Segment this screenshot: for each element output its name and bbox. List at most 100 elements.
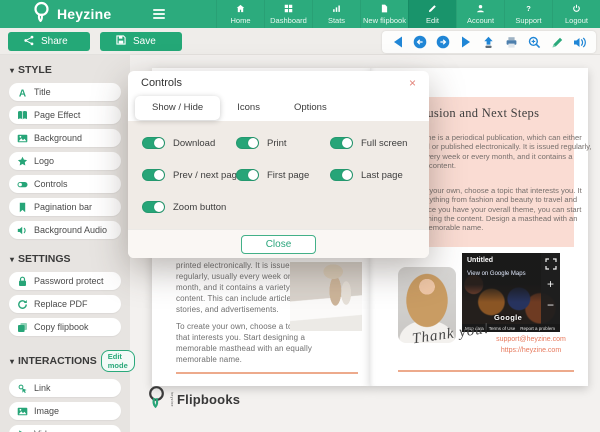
map-fullscreen-icon[interactable] xyxy=(545,257,557,269)
main-nav: Home Dashboard Stats New flipbook Edit A… xyxy=(216,0,600,28)
toggle-switch[interactable] xyxy=(236,137,259,149)
brand[interactable]: Heyzine xyxy=(32,1,111,27)
website-link[interactable]: https://heyzine.com xyxy=(488,345,574,356)
caret-down-icon: ▾ xyxy=(10,255,14,264)
interior-photo xyxy=(290,262,362,331)
tab-icons[interactable]: Icons xyxy=(220,96,277,120)
toggle-full-screen: Full screen xyxy=(330,137,407,149)
close-button[interactable]: Close xyxy=(241,235,317,254)
sidebar-item-replace-pdf[interactable]: Replace PDF xyxy=(9,295,121,313)
menu-icon[interactable] xyxy=(153,9,165,19)
map-report-link[interactable]: Report a problem xyxy=(520,326,555,331)
caret-down-icon: ▾ xyxy=(10,357,14,366)
zoom-in-icon[interactable] xyxy=(528,35,542,49)
section-interactions[interactable]: ▾ INTERACTIONS Edit mode xyxy=(10,350,120,372)
dashboard-icon xyxy=(284,4,293,15)
nav-dashboard[interactable]: Dashboard xyxy=(264,0,312,28)
edit-pencil-icon xyxy=(428,4,437,15)
first-page-icon[interactable] xyxy=(390,35,404,49)
google-map-embed[interactable]: Untitled View on Google Maps + − Google … xyxy=(462,253,560,332)
modal-header: Controls × xyxy=(128,71,429,95)
map-zoom-out-button[interactable]: − xyxy=(547,299,554,311)
divider-line xyxy=(398,370,574,372)
toggle-switch[interactable] xyxy=(330,137,353,149)
save-button[interactable]: Save xyxy=(100,32,182,51)
map-controls: + − xyxy=(541,253,560,324)
sidebar: ▾ STYLE A Title Page Effect Background L… xyxy=(0,55,130,432)
svg-text:?: ? xyxy=(526,4,531,13)
section-style[interactable]: ▾ STYLE xyxy=(10,64,120,76)
sidebar-item-image[interactable]: Image xyxy=(9,402,121,420)
top-navbar: Heyzine Home Dashboard Stats New flipboo… xyxy=(0,0,600,28)
toggle-switch[interactable] xyxy=(330,169,353,181)
modal-close-icon[interactable]: × xyxy=(409,77,416,89)
tab-show-hide[interactable]: Show / Hide xyxy=(135,96,220,120)
toggle-switch[interactable] xyxy=(142,201,165,213)
book-icon xyxy=(17,110,28,121)
caret-down-icon: ▾ xyxy=(10,66,14,75)
map-terms-link[interactable]: Terms of Use xyxy=(489,326,516,331)
flipbooks-wordmark: Flipbooks xyxy=(177,392,240,407)
nav-edit[interactable]: Edit xyxy=(408,0,456,28)
sidebar-item-background[interactable]: Background xyxy=(9,129,121,147)
bookmark-icon xyxy=(17,202,28,213)
nav-logout[interactable]: Logout xyxy=(552,0,600,28)
sidebar-item-copy-flipbook[interactable]: Copy flipbook xyxy=(9,318,121,336)
print-icon[interactable] xyxy=(505,35,519,49)
nav-home[interactable]: Home xyxy=(216,0,264,28)
refresh-icon xyxy=(17,299,28,310)
heyzine-glyph-icon xyxy=(147,385,167,414)
sidebar-item-video[interactable]: Video xyxy=(9,425,121,432)
modal-tabs: Show / Hide Icons Options xyxy=(128,95,429,121)
divider-line xyxy=(176,372,358,374)
toggle-switch[interactable] xyxy=(142,137,165,149)
nav-new-flipbook[interactable]: New flipbook xyxy=(360,0,408,28)
last-page-icon[interactable] xyxy=(459,35,473,49)
toggle-switch[interactable] xyxy=(236,169,259,181)
toggle-zoom-button: Zoom button xyxy=(142,201,226,213)
action-bar: Share Save xyxy=(0,28,600,55)
viewer-toolbar xyxy=(382,31,596,53)
toggle-first-page: First page xyxy=(236,169,309,181)
audio-icon[interactable] xyxy=(573,35,587,49)
contact-links: support@heyzine.com https://heyzine.com xyxy=(488,334,574,356)
account-icon xyxy=(476,4,485,15)
sidebar-item-background-audio[interactable]: Background Audio xyxy=(9,221,121,239)
next-page-icon[interactable] xyxy=(436,35,450,49)
heyzine-vertical-label: heyzine xyxy=(170,392,174,407)
toggle-prev-next-page: Prev / next page xyxy=(142,169,242,181)
title-a-icon: A xyxy=(17,87,28,98)
sidebar-item-title[interactable]: A Title xyxy=(9,83,121,101)
nav-support[interactable]: ? Support xyxy=(504,0,552,28)
heyzine-flipbooks-logo[interactable]: heyzine Flipbooks xyxy=(147,385,240,414)
sidebar-item-pagination-bar[interactable]: Pagination bar xyxy=(9,198,121,216)
support-email-link[interactable]: support@heyzine.com xyxy=(488,334,574,345)
save-icon xyxy=(116,35,126,48)
edit-link-icon[interactable] xyxy=(551,35,565,49)
sidebar-item-link[interactable]: Link xyxy=(9,379,121,397)
home-icon xyxy=(236,4,245,15)
google-logo[interactable]: Google xyxy=(494,313,522,322)
sidebar-item-logo[interactable]: Logo xyxy=(9,152,121,170)
brand-name: Heyzine xyxy=(57,6,111,22)
map-zoom-in-button[interactable]: + xyxy=(547,278,554,290)
sidebar-item-controls[interactable]: Controls xyxy=(9,175,121,193)
click-link-icon xyxy=(17,383,28,394)
view-on-google-maps-link[interactable]: View on Google Maps xyxy=(467,271,526,277)
map-title: Untitled xyxy=(467,257,493,264)
modal-footer: Close xyxy=(128,229,429,258)
edit-mode-badge[interactable]: Edit mode xyxy=(101,350,135,372)
share-button[interactable]: Share xyxy=(8,32,90,51)
fullscreen-icon[interactable] xyxy=(482,35,496,49)
nav-stats[interactable]: Stats xyxy=(312,0,360,28)
section-settings[interactable]: ▾ SETTINGS xyxy=(10,253,120,265)
sidebar-item-page-effect[interactable]: Page Effect xyxy=(9,106,121,124)
tab-options[interactable]: Options xyxy=(277,96,344,120)
sidebar-item-password-protect[interactable]: Password protect xyxy=(9,272,121,290)
previous-page-icon[interactable] xyxy=(413,35,427,49)
nav-account[interactable]: Account xyxy=(456,0,504,28)
question-icon: ? xyxy=(524,4,533,15)
speaker-icon xyxy=(17,225,28,236)
toggle-switch[interactable] xyxy=(142,169,165,181)
toggle-last-page: Last page xyxy=(330,169,403,181)
